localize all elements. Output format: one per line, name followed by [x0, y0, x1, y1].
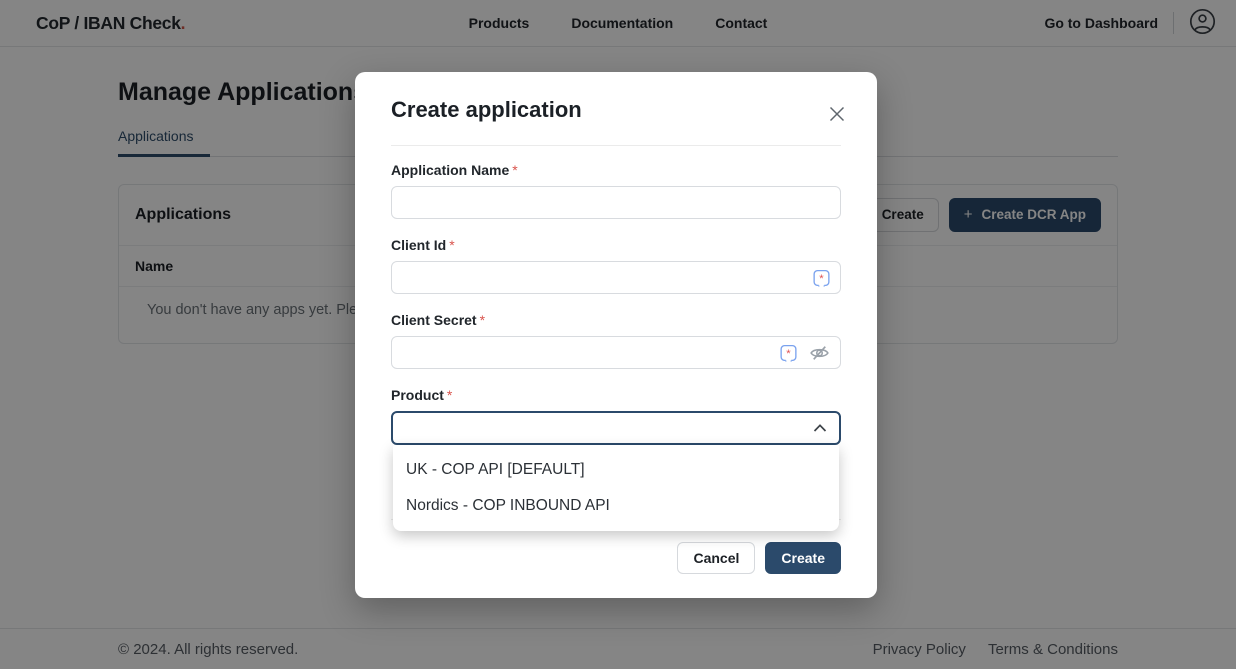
create-application-modal: Create application Application Name* Cli… — [355, 72, 877, 598]
modal-create-button[interactable]: Create — [765, 542, 841, 574]
product-select[interactable]: UK - COP API [DEFAULT] Nordics - COP INB… — [391, 411, 841, 445]
input-icons: * — [780, 342, 830, 363]
close-modal-button[interactable] — [825, 102, 849, 126]
application-name-input[interactable] — [391, 186, 841, 219]
label-text: Product — [391, 387, 444, 403]
cancel-button[interactable]: Cancel — [677, 542, 755, 574]
client-secret-field: Client Secret* * — [391, 312, 841, 369]
chevron-up-icon — [813, 424, 827, 433]
svg-text:*: * — [786, 347, 791, 359]
modal-header: Create application — [355, 72, 877, 126]
label-text: Client Secret — [391, 312, 477, 328]
required-asterisk: * — [480, 312, 485, 328]
product-option-nordics-cop-inbound-api[interactable]: Nordics - COP INBOUND API — [393, 488, 839, 524]
toggle-secret-visibility-button[interactable] — [809, 342, 830, 363]
autofill-badge-icon[interactable]: * — [813, 269, 830, 286]
modal-title: Create application — [391, 97, 582, 123]
required-asterisk: * — [447, 387, 452, 403]
label-text: Client Id — [391, 237, 446, 253]
application-name-label: Application Name* — [391, 162, 841, 178]
product-option-uk-cop-api[interactable]: UK - COP API [DEFAULT] — [393, 452, 839, 488]
input-icons: * — [813, 269, 830, 286]
client-secret-label: Client Secret* — [391, 312, 841, 328]
application-name-field: Application Name* — [391, 162, 841, 219]
product-label: Product* — [391, 387, 841, 403]
required-asterisk: * — [449, 237, 454, 253]
input-wrap: * — [391, 261, 841, 294]
client-id-input[interactable] — [391, 261, 841, 294]
eye-off-icon — [809, 351, 830, 366]
input-wrap — [391, 186, 841, 219]
svg-text:*: * — [819, 272, 824, 284]
autofill-badge-icon[interactable]: * — [780, 344, 797, 361]
client-secret-input[interactable] — [391, 336, 841, 369]
label-text: Application Name — [391, 162, 509, 178]
input-wrap: * — [391, 336, 841, 369]
modal-body: Application Name* Client Id* * — [355, 146, 877, 445]
product-field: Product* UK - COP API [DEFAULT] Nordics … — [391, 387, 841, 445]
client-id-field: Client Id* * — [391, 237, 841, 294]
client-id-label: Client Id* — [391, 237, 841, 253]
close-icon — [829, 110, 845, 125]
required-asterisk: * — [512, 162, 517, 178]
product-options-dropdown: UK - COP API [DEFAULT] Nordics - COP INB… — [393, 445, 839, 531]
